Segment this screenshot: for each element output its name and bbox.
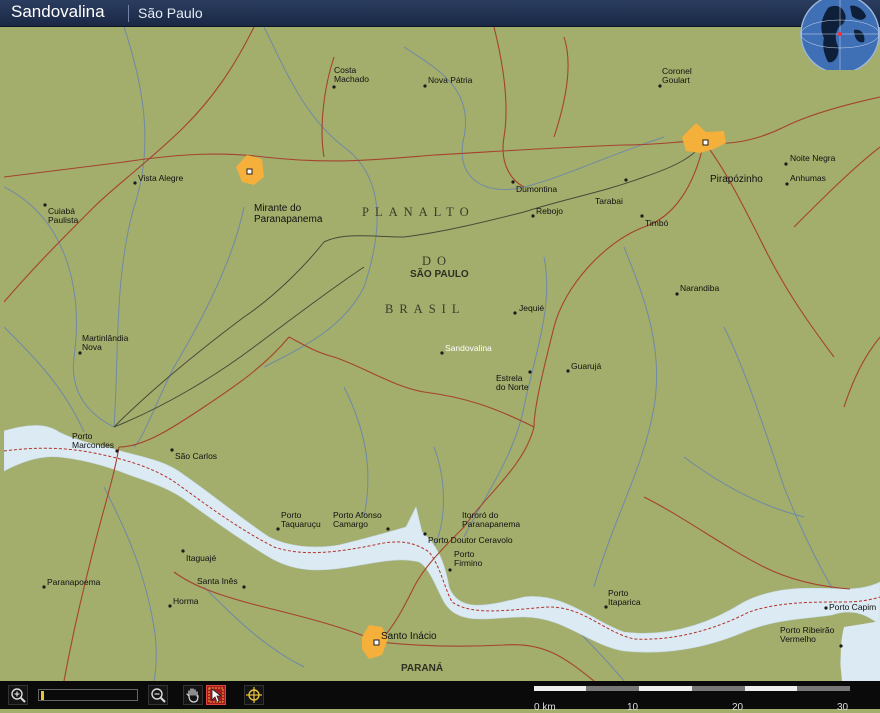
place-label-porto-afonso-camargo[interactable]: Porto Afonso Camargo [333,511,382,529]
place-label-porto-capim[interactable]: Porto Capim [829,603,876,612]
place-dot-santa-ines [242,585,246,589]
state-label-sao-paulo-state: SÃO PAULO [410,269,469,280]
place-dot-paranapoema [42,585,46,589]
zoom-slider-thumb[interactable] [41,691,44,700]
place-dot-rebojo [531,214,535,218]
place-label-itororo[interactable]: Itororó do Paranapanema [462,511,520,529]
region-label-planalto: PLANALTO [362,205,475,219]
place-label-porto-firmino[interactable]: Porto Firmino [454,550,482,568]
place-dot-nova-patria [423,84,427,88]
place-dot-anhumas [785,182,789,186]
place-label-jequie[interactable]: Jequié [519,304,544,313]
map-base-layer [4,27,880,681]
scale-label-30: 30 [837,702,849,713]
place-label-guaruja[interactable]: Guarujá [571,362,601,371]
place-label-noite-negra[interactable]: Noite Negra [790,154,835,163]
place-dot-itaguaje [181,549,185,553]
place-dot-guaruja [566,369,570,373]
place-dot-dumontina [511,180,515,184]
place-label-porto-taquarucu[interactable]: Porto Taquaruçu [281,511,321,529]
scale-label-10: 10 [627,702,639,713]
place-label-tarabai[interactable]: Tarabai [595,197,623,206]
scale-bar: 0 km 10 20 30 [534,686,850,713]
place-label-anhumas[interactable]: Anhumas [790,174,826,183]
place-label-sao-carlos[interactable]: São Carlos [175,452,217,461]
place-dot-porto-capim [824,606,828,610]
scale-label-20: 20 [732,702,744,713]
place-label-coronel-goulart[interactable]: Coronel Goulart [662,67,692,85]
place-dot-narandiba [675,292,679,296]
place-label-mirante[interactable]: Mirante do Paranapanema [254,203,322,225]
place-dot-timbo [640,214,644,218]
map-canvas[interactable]: Costa Machado Nova Pátria Coronel Goulart Noi… [4,27,880,681]
state-label-parana-state: PARANÁ [401,663,444,674]
place-label-estrela-do-norte[interactable]: Estrela do Norte [496,374,529,392]
place-label-santo-inacio[interactable]: Santo Inácio [381,631,437,642]
place-label-sandovalina[interactable]: Sandovalina [445,344,492,353]
zoom-in-button[interactable] [8,685,28,705]
place-label-santa-ines[interactable]: Santa Inês [197,577,238,586]
place-dot-vista-alegre [133,181,137,185]
place-label-vista-alegre[interactable]: Vista Alegre [138,174,183,183]
place-label-costa-machado[interactable]: Costa Machado [334,66,369,84]
place-label-pirapozinho[interactable]: Pirapózinho [710,174,763,185]
place-dot-horma [168,604,172,608]
place-label-cuiaba-paulista[interactable]: Cuiabá Paulista [48,207,78,225]
place-label-dumontina[interactable]: Dumontina [516,185,557,194]
reservoir-east [840,621,880,681]
place-dot-porto-firmino [448,568,452,572]
title-bar: Sandovalina São Paulo [0,0,880,27]
place-dot-itororo [423,532,427,536]
scale-label-0: 0 km [534,702,556,713]
zoom-slider[interactable] [38,689,138,701]
place-dot-estrela-do-norte [528,370,532,374]
place-label-porto-marcondes[interactable]: Porto Marcondes [72,432,114,450]
place-dot-cuiaba-paulista [43,203,47,207]
place-label-rebojo[interactable]: Rebojo [536,207,563,216]
place-dot-noite-negra [784,162,788,166]
place-label-porto-ribeirao-vermelho[interactable]: Porto Ribeirão Vermelho [780,626,834,644]
zoom-out-icon [151,688,166,703]
zoom-in-icon [11,688,26,703]
select-button[interactable] [206,685,226,705]
region-label-do: DO [422,254,453,268]
place-label-narandiba[interactable]: Narandiba [680,284,719,293]
place-label-porto-itaparica[interactable]: Porto Itaparica [608,589,641,607]
place-label-horma[interactable]: Horma [173,597,199,606]
place-label-itaguaje[interactable]: Itaguajé [186,554,216,563]
cursor-select-icon [208,687,224,703]
location-title: Sandovalina [11,2,105,21]
place-dot-jequie [513,311,517,315]
region-label-brasil: BRASIL [385,302,466,316]
location-subtitle: São Paulo [138,5,203,21]
zoom-out-button[interactable] [148,685,168,705]
place-label-timbo[interactable]: Timbó [645,219,668,228]
place-dot-costa-machado [332,85,336,89]
place-label-porto-doutor-ceravolo[interactable]: Porto Doutor Ceravolo [428,536,513,545]
place-dot-porto-afonso-camargo [386,527,390,531]
place-dot-porto-ribeirao-vermelho [839,644,843,648]
place-dot-porto-taquarucu [276,527,280,531]
crosshair-icon [246,687,262,703]
place-label-nova-patria[interactable]: Nova Pátria [428,76,472,85]
place-label-paranapoema[interactable]: Paranapoema [47,578,100,587]
pan-button[interactable] [183,685,203,705]
hand-icon [186,688,199,703]
title-separator [128,5,129,22]
globe-overview[interactable] [794,0,880,70]
place-dot-porto-marcondes [115,449,119,453]
map-toolbar: 0 km 10 20 30 [0,681,880,713]
locate-button[interactable] [244,685,264,705]
place-label-martinlandia[interactable]: Martinlândia Nova [82,334,128,352]
place-dot-sandovalina [440,351,444,355]
place-dot-tarabai [624,178,628,182]
place-dot-sao-carlos [170,448,174,452]
